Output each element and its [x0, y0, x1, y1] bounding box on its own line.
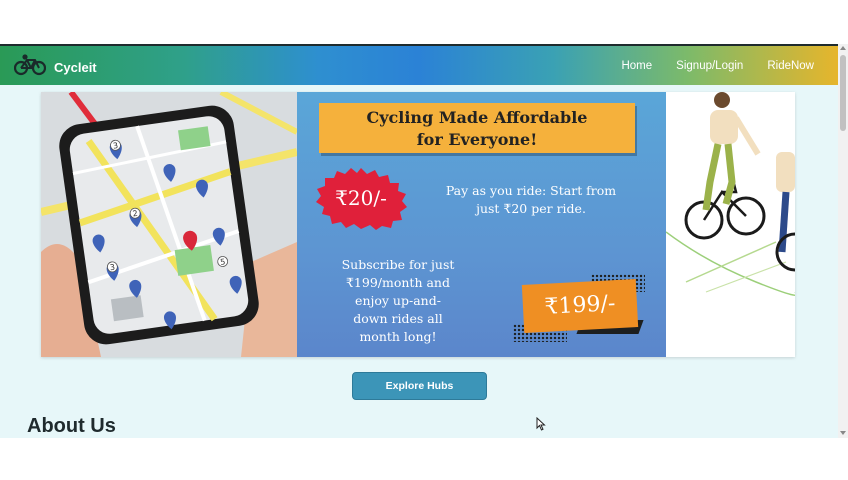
headline-box: Cycling Made Affordable for Everyone!	[319, 103, 635, 153]
browser-top-area	[0, 0, 848, 44]
sub-line-5: month long!	[359, 329, 437, 344]
subscription-text: Subscribe for just ₹199/month and enjoy …	[325, 256, 471, 346]
promo-panel: Cycling Made Affordable for Everyone! ₹2…	[297, 92, 666, 357]
page-viewport: Cycleit Home Signup/Login RideNow 3 2 3 …	[0, 44, 838, 438]
phone-map-image: 3 2 3 5	[41, 92, 297, 357]
mouse-cursor-icon	[536, 416, 546, 435]
hero-banner: 3 2 3 5 Cycling Made Affordable for Ever…	[41, 92, 795, 357]
explore-hubs-button[interactable]: Explore Hubs	[352, 372, 487, 400]
pay-as-you-ride-text: Pay as you ride: Start from just ₹20 per…	[425, 182, 637, 218]
about-us-heading: About Us	[27, 415, 116, 437]
scroll-down-arrow-icon[interactable]	[840, 431, 846, 435]
scrollbar-thumb[interactable]	[840, 55, 846, 131]
scroll-up-arrow-icon[interactable]	[840, 46, 846, 50]
headline-line-2: for Everyone!	[416, 130, 538, 149]
sub-line-2: ₹199/month and	[345, 275, 450, 290]
headline-line-1: Cycling Made Affordable	[366, 108, 588, 127]
cyclist-illustration	[666, 92, 795, 357]
nav-ridenow-link[interactable]: RideNow	[767, 60, 814, 72]
vertical-scrollbar[interactable]	[838, 44, 848, 438]
subscription-badge-text: ₹199/-	[543, 291, 617, 320]
sub-line-1: Subscribe for just	[341, 257, 455, 272]
price-badge-text: ₹20/-	[335, 186, 387, 210]
brand[interactable]: Cycleit	[13, 54, 97, 80]
bicycle-icon	[13, 54, 47, 80]
pay-line-1: Pay as you ride: Start from	[445, 183, 617, 198]
nav-signup-login-link[interactable]: Signup/Login	[676, 60, 743, 72]
sub-line-3: enjoy up-and-	[355, 293, 441, 308]
price-badge: ₹20/-	[315, 166, 407, 230]
nav-home-link[interactable]: Home	[621, 60, 652, 72]
navbar: Cycleit Home Signup/Login RideNow	[0, 44, 838, 85]
sub-line-4: down rides all	[353, 311, 443, 326]
brand-name: Cycleit	[54, 59, 97, 75]
browser-bottom-area	[0, 438, 848, 480]
pay-line-2: just ₹20 per ride.	[476, 201, 586, 216]
nav-links: Home Signup/Login RideNow	[621, 46, 838, 85]
subscription-badge: ₹199/-	[519, 276, 644, 340]
